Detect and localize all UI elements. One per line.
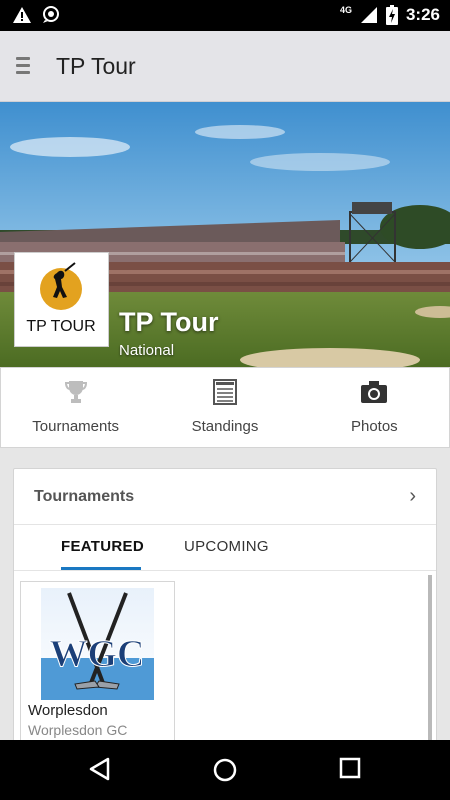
scrollbar[interactable] <box>428 575 432 759</box>
tour-logo: TP TOUR <box>14 252 109 347</box>
tab-featured[interactable]: FEATURED <box>61 538 144 555</box>
tournament-logo: WGC <box>41 588 154 700</box>
tournament-tabs: FEATURED UPCOMING <box>14 525 436 571</box>
quick-nav-photos[interactable]: Photos <box>300 368 449 447</box>
active-tab-indicator <box>61 567 141 570</box>
home-icon[interactable] <box>212 757 238 783</box>
quick-nav-label: Tournaments <box>32 418 120 435</box>
camera-icon <box>361 381 388 403</box>
status-right: 4G 3:26 <box>340 5 440 25</box>
warning-icon <box>13 7 31 23</box>
tournaments-card: Tournaments › FEATURED UPCOMING WGC Worp… <box>13 468 437 759</box>
quick-nav: Tournaments Standings Photos <box>0 367 450 448</box>
signal-icon <box>360 7 377 23</box>
status-bar: 4G 3:26 <box>0 0 450 31</box>
standings-icon <box>212 379 237 405</box>
system-nav-bar <box>0 740 450 800</box>
chevron-right-icon[interactable]: › <box>409 485 416 508</box>
tournament-club: Worplesdon GC <box>28 722 128 738</box>
quick-nav-tournaments[interactable]: Tournaments <box>1 368 150 447</box>
quick-nav-standings[interactable]: Standings <box>150 368 299 447</box>
status-left <box>12 6 62 24</box>
recents-icon[interactable] <box>339 757 361 779</box>
tournaments-card-header[interactable]: Tournaments › <box>14 469 436 525</box>
app-title: TP Tour <box>56 53 136 79</box>
golfer-logo-icon: TP TOUR <box>26 262 96 335</box>
tournament-item[interactable]: WGC Worplesdon Worplesdon GC <box>20 581 175 751</box>
tab-upcoming[interactable]: UPCOMING <box>184 538 269 555</box>
battery-icon <box>385 5 398 25</box>
tournament-logo-text: WGC <box>50 633 145 675</box>
status-time: 3:26 <box>405 5 440 24</box>
app-bar: TP Tour <box>0 31 450 102</box>
hero-title: TP Tour <box>119 307 219 337</box>
menu-icon[interactable] <box>16 57 30 75</box>
quick-nav-label: Standings <box>191 418 259 435</box>
hero-subtitle: National <box>119 342 175 359</box>
tournaments-card-title: Tournaments <box>34 488 135 505</box>
network-type: 4G <box>339 5 352 15</box>
trophy-icon <box>64 381 87 403</box>
quick-nav-label: Photos <box>350 418 398 435</box>
tournament-name: Worplesdon <box>28 702 108 719</box>
logo-text: TP TOUR <box>26 318 95 335</box>
notification-icon <box>43 6 59 23</box>
back-icon[interactable] <box>88 757 112 781</box>
